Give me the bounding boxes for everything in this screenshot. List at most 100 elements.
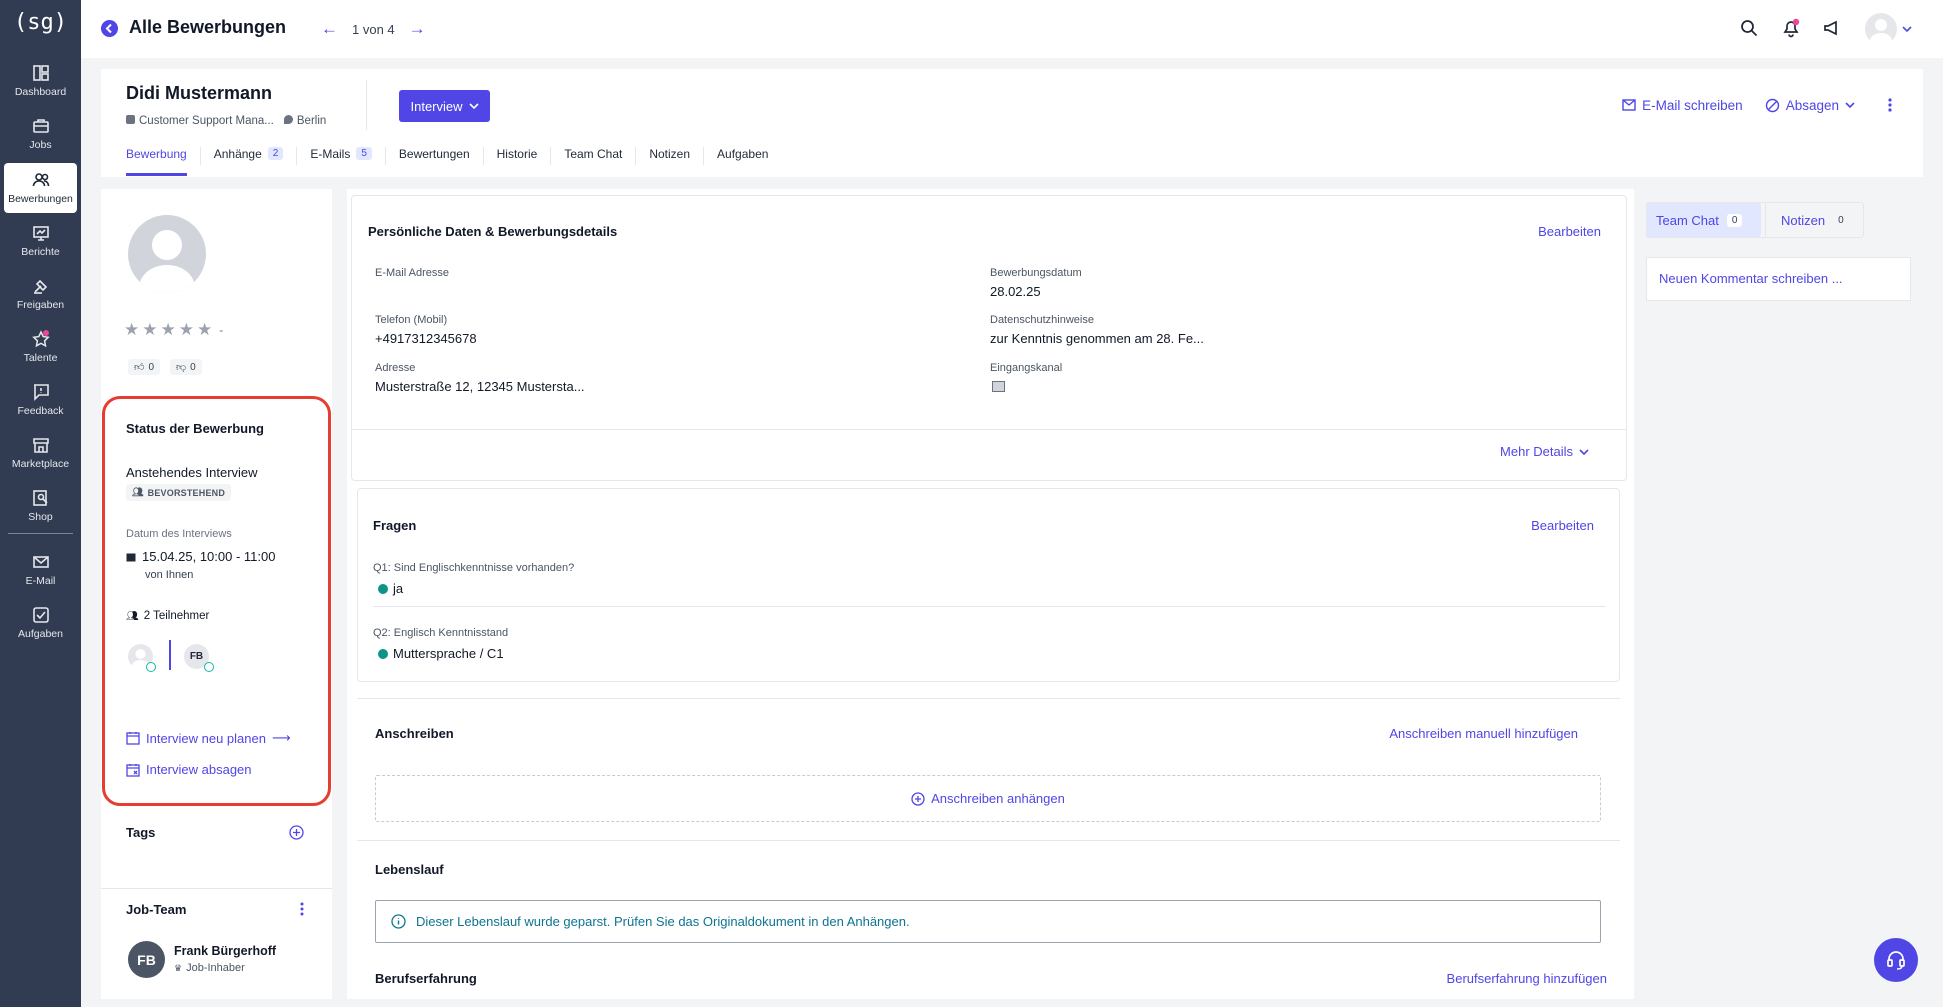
briefcase-icon	[126, 115, 135, 124]
sidebar-item-label: Freigaben	[16, 299, 65, 311]
sidebar-item-marketplace[interactable]: Marketplace	[4, 428, 77, 478]
sidebar-item-email[interactable]: E-Mail	[4, 545, 77, 595]
star-icon[interactable]: ★	[197, 320, 212, 340]
candidate-meta: Customer Support Mana... Berlin	[126, 115, 326, 127]
bell-icon[interactable]	[1781, 18, 1801, 38]
thumbs-down-button[interactable]: 👎︎ 0	[170, 359, 202, 375]
chevron-down-icon	[1579, 448, 1589, 455]
cancel-interview-link[interactable]: Interview absagen	[126, 762, 252, 777]
edit-personal-data-link[interactable]: Bearbeiten	[1538, 224, 1601, 239]
sidebar-item-jobs[interactable]: Jobs	[4, 109, 77, 159]
participant-separator	[169, 640, 171, 670]
tab-label: Bewertungen	[398, 147, 470, 161]
search-icon[interactable]	[1740, 19, 1758, 37]
member-initials: FB	[137, 951, 156, 968]
email-write-button[interactable]: E-Mail schreiben	[1622, 98, 1743, 113]
tab-aufgaben[interactable]: Aufgaben	[704, 147, 781, 165]
next-arrow-icon[interactable]: →	[409, 19, 426, 39]
tab-anhaenge[interactable]: Anhänge 2	[201, 147, 298, 165]
interview-organizer: von Ihnen	[145, 569, 194, 581]
header-actions: E-Mail schreiben Absagen	[1622, 97, 1893, 113]
address-label: Adresse	[375, 362, 416, 374]
sidebar-item-dashboard[interactable]: Dashboard	[4, 56, 77, 106]
star-icon[interactable]: ★	[161, 320, 176, 340]
divider	[357, 698, 1620, 699]
sidebar-item-freigaben[interactable]: Freigaben	[4, 269, 77, 319]
add-experience-link[interactable]: Berufserfahrung hinzufügen	[1447, 971, 1607, 986]
add-circle-icon	[911, 791, 925, 806]
more-vertical-icon[interactable]	[300, 902, 304, 916]
user-avatar[interactable]	[1865, 13, 1897, 45]
attach-cover-letter-dropzone[interactable]: Anschreiben anhängen	[375, 775, 1601, 822]
divider	[357, 840, 1620, 841]
check-icon	[146, 662, 156, 672]
answer-2: Muttersprache / C1	[378, 646, 504, 661]
question-2: Q2: Englisch Kenntnisstand	[373, 627, 509, 639]
star-icon	[31, 330, 50, 348]
top-bar: Alle Bewerbungen ← 1 von 4 →	[81, 0, 1943, 58]
app-logo[interactable]: (sg)	[0, 10, 81, 35]
interview-date-label: Datum des Interviews	[126, 528, 232, 540]
thumbs-down-icon: 👎︎	[176, 362, 187, 373]
sidebar: (sg) Dashboard Jobs Bewerbungen Berichte…	[0, 0, 81, 1007]
phone-value: +4917312345678	[375, 331, 477, 346]
tab-historie[interactable]: Historie	[484, 147, 552, 165]
prev-arrow-icon[interactable]: ←	[321, 19, 338, 39]
status-title: Status der Bewerbung	[126, 421, 264, 436]
dashboard-icon	[32, 65, 49, 81]
add-tag-icon[interactable]	[289, 825, 304, 840]
answer-2-text: Muttersprache / C1	[393, 646, 504, 661]
active-tab-indicator	[126, 173, 187, 176]
member-avatar[interactable]: FB	[128, 941, 165, 978]
questions-card: Fragen Bearbeiten Q1: Sind Englischkennt…	[357, 488, 1620, 682]
tab-notizen[interactable]: Notizen	[636, 147, 705, 165]
reschedule-interview-link[interactable]: Interview neu planen ⟶	[126, 730, 291, 746]
star-icon[interactable]: ★	[142, 320, 157, 340]
tab-emails[interactable]: E-Mails 5	[297, 147, 386, 165]
more-details-link[interactable]: Mehr Details	[1500, 444, 1589, 459]
rating-stars[interactable]: ★ ★ ★ ★ ★ -	[124, 320, 223, 340]
back-button[interactable]	[101, 20, 118, 37]
chevron-down-icon[interactable]	[1902, 25, 1912, 33]
tab-label: Bewerbung	[126, 147, 187, 161]
privacy-value: zur Kenntnis genommen am 28. Fe...	[990, 331, 1204, 346]
thumbs-up-button[interactable]: 👍︎ 0	[128, 359, 161, 375]
sidebar-item-label: Shop	[28, 511, 53, 523]
sidebar-item-aufgaben[interactable]: Aufgaben	[4, 598, 77, 648]
sidebar-item-talente[interactable]: Talente	[4, 322, 77, 372]
tab-team-chat[interactable]: Team Chat	[551, 147, 637, 165]
tasks-icon	[32, 607, 49, 623]
star-icon[interactable]: ★	[179, 320, 194, 340]
check-circle-icon	[378, 584, 388, 594]
sidebar-item-label: Bewerbungen	[8, 193, 73, 205]
personal-data-card: Persönliche Daten & Bewerbungsdetails Be…	[351, 195, 1627, 481]
stage-dropdown[interactable]: Interview	[399, 90, 490, 122]
edit-questions-link[interactable]: Bearbeiten	[1531, 518, 1594, 533]
more-vertical-icon[interactable]	[1887, 97, 1893, 113]
divider	[373, 606, 1606, 607]
stage-label: Interview	[410, 98, 463, 114]
channel-label: Eingangskanal	[990, 362, 1063, 374]
new-comment-input[interactable]: Neuen Kommentar schreiben ...	[1646, 257, 1911, 301]
pin-icon	[283, 115, 293, 124]
add-cover-letter-manual-link[interactable]: Anschreiben manuell hinzufügen	[1389, 726, 1578, 741]
member-role-label: Job-Inhaber	[186, 962, 245, 974]
tab-label: E-Mails	[310, 147, 351, 161]
sidebar-item-shop[interactable]: Shop	[4, 481, 77, 531]
megaphone-icon[interactable]	[1823, 19, 1841, 37]
star-icon[interactable]: ★	[124, 320, 139, 340]
briefcase-icon	[32, 119, 49, 133]
chevron-down-icon	[468, 103, 479, 110]
tab-bewerbung[interactable]: Bewerbung	[126, 147, 201, 165]
calendar-cancel-icon	[126, 763, 140, 777]
tab-bewertungen[interactable]: Bewertungen	[386, 147, 484, 165]
sidebar-item-label: Feedback	[17, 405, 64, 417]
sidebar-item-bewerbungen[interactable]: Bewerbungen	[4, 163, 77, 213]
reschedule-label: Interview neu planen	[146, 730, 266, 746]
shop-icon	[32, 490, 48, 506]
sidebar-item-berichte[interactable]: Berichte	[4, 216, 77, 266]
reject-button[interactable]: Absagen	[1765, 98, 1855, 113]
sidebar-item-label: Aufgaben	[18, 628, 63, 640]
support-button[interactable]	[1874, 938, 1918, 982]
sidebar-item-feedback[interactable]: Feedback	[4, 375, 77, 425]
